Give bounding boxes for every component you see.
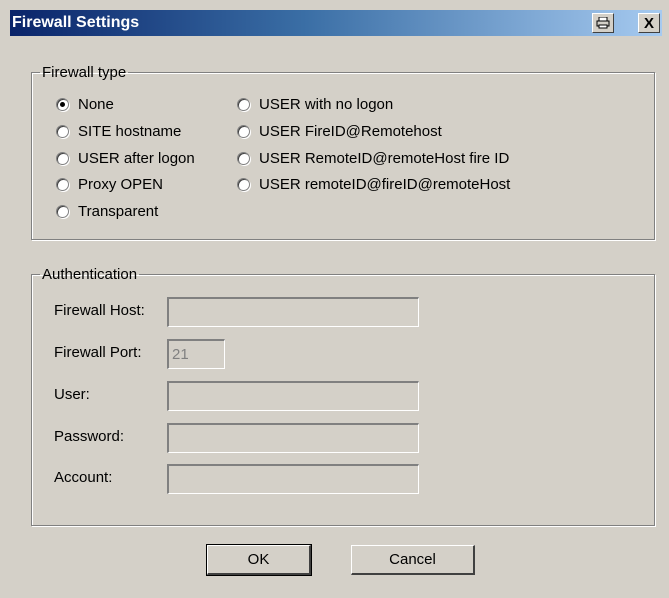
radio-user-remoteid-remotehost-fireid[interactable]: USER RemoteID@remoteHost fire ID: [237, 149, 509, 167]
authentication-legend: Authentication: [42, 266, 138, 283]
radio-label: Transparent: [78, 202, 159, 220]
user-input[interactable]: [167, 381, 419, 411]
radio-transparent[interactable]: Transparent: [56, 202, 158, 220]
firewall-port-label: Firewall Port:: [54, 344, 142, 361]
window-title: Firewall Settings: [12, 14, 140, 31]
printer-icon: [596, 17, 610, 29]
radio-icon: [56, 124, 69, 138]
title-bar: Firewall Settings X: [10, 10, 662, 36]
radio-label: None: [78, 95, 114, 113]
radio-label: USER RemoteID@remoteHost fire ID: [259, 149, 510, 167]
print-button[interactable]: [592, 13, 614, 33]
radio-icon: [237, 177, 250, 191]
radio-label: USER remoteID@fireID@remoteHost: [259, 175, 511, 193]
radio-none[interactable]: None: [56, 95, 114, 113]
account-label: Account:: [54, 469, 113, 486]
ok-button[interactable]: OK: [206, 544, 312, 576]
radio-user-after-logon[interactable]: USER after logon: [56, 149, 195, 167]
radio-icon: [237, 151, 250, 165]
password-input[interactable]: [167, 423, 419, 453]
firewall-type-legend: Firewall type: [42, 64, 127, 81]
account-input[interactable]: [167, 464, 419, 494]
close-button[interactable]: X: [638, 13, 660, 33]
radio-icon: [237, 124, 250, 138]
cancel-button-label: Cancel: [389, 551, 436, 568]
firewall-settings-dialog: Firewall Settings X Firewall type None S…: [0, 0, 669, 598]
radio-icon: [237, 97, 250, 111]
cancel-button[interactable]: Cancel: [351, 545, 475, 575]
radio-label: USER FireID@Remotehost: [259, 122, 442, 140]
radio-label: USER after logon: [78, 149, 195, 167]
radio-icon: [56, 151, 69, 165]
radio-proxy-open[interactable]: Proxy OPEN: [56, 175, 163, 193]
close-icon: X: [643, 14, 654, 32]
firewall-port-input[interactable]: 21: [167, 339, 225, 369]
user-label: User:: [54, 386, 90, 403]
radio-label: Proxy OPEN: [78, 175, 164, 193]
ok-button-label: OK: [247, 551, 270, 568]
radio-label: SITE hostname: [78, 122, 182, 140]
radio-user-no-logon[interactable]: USER with no logon: [237, 95, 393, 113]
radio-label: USER with no logon: [259, 95, 394, 113]
radio-icon: [56, 204, 69, 218]
radio-icon: [56, 177, 69, 191]
radio-site-hostname[interactable]: SITE hostname: [56, 122, 181, 140]
firewall-host-input[interactable]: [167, 297, 419, 327]
radio-user-remoteid-fireid-remotehost[interactable]: USER remoteID@fireID@remoteHost: [237, 175, 510, 193]
radio-selected-icon: [56, 97, 69, 111]
radio-user-fireid-remotehost[interactable]: USER FireID@Remotehost: [237, 122, 442, 140]
password-label: Password:: [54, 428, 125, 445]
firewall-host-label: Firewall Host:: [54, 302, 145, 319]
